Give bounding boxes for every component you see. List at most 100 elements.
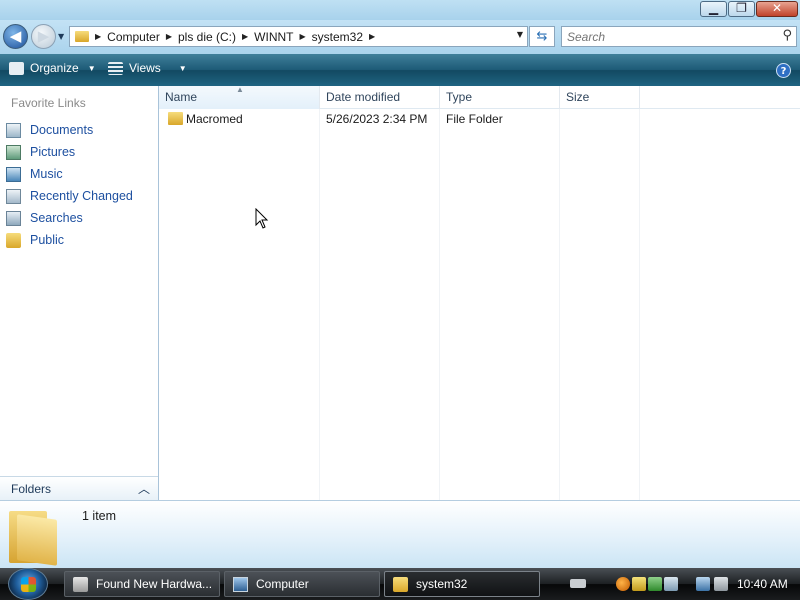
sidebar-item-searches[interactable]: Searches bbox=[6, 207, 133, 229]
file-name: Macromed bbox=[186, 112, 243, 126]
folder-icon bbox=[168, 112, 183, 125]
column-header-label: Size bbox=[566, 90, 590, 104]
folders-toggle[interactable]: Folders ︿ bbox=[0, 476, 158, 500]
column-header-size[interactable]: Size bbox=[560, 86, 640, 109]
column-divider bbox=[639, 109, 640, 500]
folder-icon bbox=[9, 507, 61, 566]
taskbar-item-found-new-hardware[interactable]: Found New Hardwa... bbox=[64, 571, 220, 597]
favorite-links-heading: Favorite Links bbox=[11, 96, 86, 110]
address-dropdown-icon[interactable]: ▼ bbox=[517, 30, 523, 39]
column-header-row: ▲ Name Date modified Type Size bbox=[159, 85, 800, 109]
search-input[interactable] bbox=[562, 27, 772, 46]
searches-icon bbox=[6, 210, 21, 226]
address-bar[interactable]: ▶ Computer ▶ pls die (C:) ▶ WINNT ▶ syst… bbox=[69, 26, 528, 47]
chevron-down-icon[interactable]: ▼ bbox=[179, 64, 187, 73]
breadcrumb-computer[interactable]: Computer bbox=[107, 30, 160, 44]
back-button[interactable]: ◀ bbox=[3, 24, 28, 49]
refresh-button[interactable]: ⇆ bbox=[529, 26, 555, 47]
documents-icon bbox=[6, 122, 21, 138]
breadcrumb-separator-icon[interactable]: ▶ bbox=[166, 32, 172, 41]
forward-arrow-icon: ▶ bbox=[37, 27, 50, 45]
close-icon: ✕ bbox=[771, 1, 783, 15]
item-count: 1 item bbox=[82, 509, 117, 523]
maximize-icon: ❐ bbox=[736, 1, 747, 15]
search-box[interactable]: ⚲ bbox=[561, 26, 797, 47]
breadcrumb-drive[interactable]: pls die (C:) bbox=[178, 30, 236, 44]
keyboard-icon[interactable] bbox=[570, 579, 586, 588]
clock[interactable]: 10:40 AM bbox=[737, 577, 788, 591]
forward-button[interactable]: ▶ bbox=[31, 24, 56, 49]
taskbar-item-system32[interactable]: system32 bbox=[384, 571, 540, 597]
column-header-type[interactable]: Type bbox=[440, 86, 560, 109]
column-header-date-modified[interactable]: Date modified bbox=[320, 86, 440, 109]
taskbar-item-label: Computer bbox=[256, 577, 309, 591]
windows-logo-icon bbox=[21, 577, 36, 592]
recent-pages-dropdown-icon[interactable]: ▼ bbox=[58, 32, 64, 41]
maximize-button[interactable]: ❐ bbox=[728, 1, 755, 17]
folder-icon bbox=[75, 31, 89, 42]
sidebar-item-pictures[interactable]: Pictures bbox=[6, 141, 133, 163]
network-icon[interactable] bbox=[696, 577, 710, 591]
sidebar-item-music[interactable]: Music bbox=[6, 163, 133, 185]
sidebar-item-recently-changed[interactable]: Recently Changed bbox=[6, 185, 133, 207]
organize-icon bbox=[9, 61, 24, 75]
taskbar-item-label: system32 bbox=[416, 577, 468, 591]
breadcrumb-winnt[interactable]: WINNT bbox=[254, 30, 293, 44]
sort-arrow-icon: ▲ bbox=[236, 85, 244, 94]
help-icon: ? bbox=[780, 66, 787, 77]
mouse-cursor-icon bbox=[255, 208, 269, 229]
refresh-icon: ⇆ bbox=[536, 29, 548, 44]
file-type: File Folder bbox=[446, 112, 503, 126]
taskbar-item-label: Found New Hardwa... bbox=[96, 577, 213, 591]
column-header-name[interactable]: ▲ Name bbox=[159, 85, 320, 109]
help-button[interactable]: ? bbox=[776, 63, 791, 78]
column-divider bbox=[319, 109, 320, 500]
search-icon[interactable]: ⚲ bbox=[782, 28, 792, 43]
sidebar-item-label: Recently Changed bbox=[30, 189, 133, 203]
breadcrumb-separator-icon[interactable]: ▶ bbox=[95, 32, 101, 41]
column-header-label: Date modified bbox=[326, 90, 401, 104]
breadcrumb-separator-icon[interactable]: ▶ bbox=[369, 32, 375, 41]
views-label: Views bbox=[129, 61, 161, 75]
details-pane: 1 item bbox=[0, 500, 800, 568]
pictures-icon bbox=[6, 144, 21, 160]
search-tray-icon[interactable] bbox=[616, 577, 630, 591]
network-status-icon[interactable] bbox=[648, 577, 662, 591]
taskbar: Found New Hardwa... Computer system32 10… bbox=[0, 568, 800, 600]
device-icon[interactable] bbox=[664, 577, 678, 591]
column-header-label: Name bbox=[165, 90, 198, 104]
organize-label: Organize bbox=[30, 61, 79, 75]
breadcrumb-system32[interactable]: system32 bbox=[312, 30, 363, 44]
sidebar-item-label: Music bbox=[30, 167, 63, 181]
navigation-pane: Favorite Links Documents Pictures Music … bbox=[0, 86, 158, 500]
minimize-button[interactable]: ▁ bbox=[700, 1, 727, 17]
breadcrumb-separator-icon[interactable]: ▶ bbox=[242, 32, 248, 41]
table-row[interactable]: Macromed 5/26/2023 2:34 PM File Folder bbox=[159, 109, 800, 130]
close-button[interactable]: ✕ bbox=[756, 1, 798, 17]
music-icon bbox=[6, 166, 21, 182]
command-bar: Organize ▼ Views ▼ ? bbox=[0, 54, 800, 86]
organize-button[interactable]: Organize ▼ bbox=[9, 61, 96, 75]
views-button[interactable]: Views ▼ bbox=[108, 61, 187, 75]
breadcrumb-separator-icon[interactable]: ▶ bbox=[300, 32, 306, 41]
sidebar-item-documents[interactable]: Documents bbox=[6, 119, 133, 141]
sidebar-item-public[interactable]: Public bbox=[6, 229, 133, 251]
favorite-links-list: Documents Pictures Music Recently Change… bbox=[6, 119, 133, 251]
volume-muted-icon[interactable] bbox=[714, 577, 728, 591]
sidebar-item-label: Searches bbox=[30, 211, 83, 225]
chevron-up-icon: ︿ bbox=[137, 482, 150, 496]
window-controls: ▁ ❐ ✕ bbox=[700, 1, 798, 17]
security-icon[interactable] bbox=[632, 577, 646, 591]
column-divider bbox=[559, 109, 560, 500]
sidebar-item-label: Public bbox=[30, 233, 65, 247]
taskbar-item-computer[interactable]: Computer bbox=[224, 571, 380, 597]
file-list: ▲ Name Date modified Type Size Macromed … bbox=[159, 85, 800, 500]
start-button[interactable] bbox=[8, 568, 48, 600]
folders-label: Folders bbox=[11, 482, 52, 496]
back-arrow-icon: ◀ bbox=[9, 27, 22, 45]
computer-icon bbox=[233, 576, 248, 592]
column-header-label: Type bbox=[446, 90, 473, 104]
sidebar-item-label: Pictures bbox=[30, 145, 76, 159]
hardware-wizard-icon bbox=[73, 576, 88, 592]
column-divider bbox=[439, 109, 440, 500]
